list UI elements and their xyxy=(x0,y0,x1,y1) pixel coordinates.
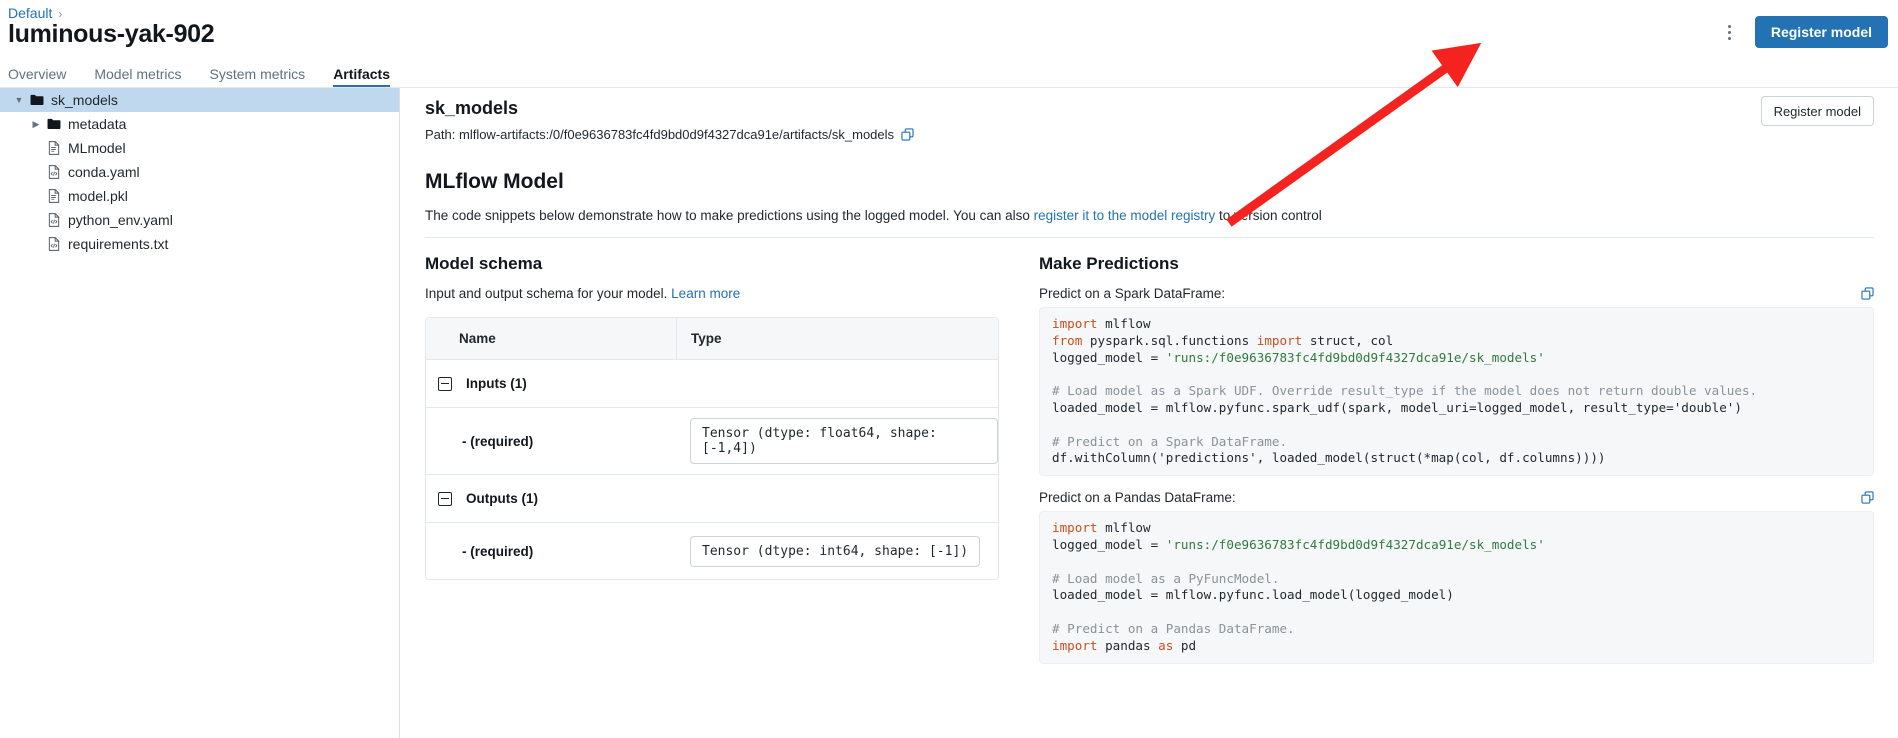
artifact-path-text: Path: mlflow-artifacts:/0/f0e9636783fc4f… xyxy=(425,127,894,142)
model-schema-heading: Model schema xyxy=(425,254,999,274)
page-header: Default › luminous-yak-902 Register model xyxy=(0,0,1898,62)
schema-group-header[interactable]: Outputs (1) xyxy=(426,475,998,523)
artifact-tree-item-label: sk_models xyxy=(51,92,118,108)
snippet-label: Predict on a Spark DataFrame: xyxy=(1039,286,1225,301)
artifact-tree-item-mlmodel[interactable]: MLmodel xyxy=(0,136,399,160)
code-line: # Predict on a Pandas DataFrame. xyxy=(1052,621,1861,638)
code-line: logged_model = 'runs:/f0e9636783fc4fd9bd… xyxy=(1052,350,1861,367)
minus-square-icon[interactable] xyxy=(438,492,452,506)
minus-square-icon[interactable] xyxy=(438,377,452,391)
folder-icon xyxy=(45,116,63,132)
artifact-tree: ▼ sk_models ▶ metadata MLmodel conda.yaml mode… xyxy=(0,88,399,256)
model-schema-subtext: Input and output schema for your model. … xyxy=(425,286,999,301)
chevron-right-icon[interactable]: ▶ xyxy=(27,119,45,130)
column-header-type: Type xyxy=(676,318,998,359)
schema-type-chip: Tensor (dtype: float64, shape: [-1,4]) xyxy=(690,418,998,464)
code-line: # Predict on a Spark DataFrame. xyxy=(1052,434,1861,451)
table-header-row: Name Type xyxy=(426,318,998,360)
artifact-tree-item-python-env-yaml[interactable]: python_env.yaml xyxy=(0,208,399,232)
code-line: logged_model = 'runs:/f0e9636783fc4fd9bd… xyxy=(1052,537,1861,554)
page-title: luminous-yak-902 xyxy=(8,20,214,49)
model-schema-table: Name Type Inputs (1) - (required) Tensor (… xyxy=(425,317,999,580)
code-line xyxy=(1052,604,1861,621)
code-line: df.withColumn('predictions', loaded_mode… xyxy=(1052,450,1861,467)
register-model-button-panel[interactable]: Register model xyxy=(1761,96,1874,126)
breadcrumb-separator-icon: › xyxy=(58,7,62,21)
folder-icon xyxy=(28,92,46,108)
code-line: # Load model as a Spark UDF. Override re… xyxy=(1052,383,1861,400)
artifact-title: sk_models xyxy=(425,98,1874,119)
code-line xyxy=(1052,554,1861,571)
schema-group-title: Outputs (1) xyxy=(466,491,538,506)
schema-type-chip: Tensor (dtype: int64, shape: [-1]) xyxy=(690,536,980,567)
learn-more-link[interactable]: Learn more xyxy=(671,286,740,301)
register-model-button-header[interactable]: Register model xyxy=(1755,16,1888,48)
mlflow-model-heading: MLflow Model xyxy=(425,170,1874,194)
copy-icon[interactable] xyxy=(1861,287,1874,300)
artifact-tree-item-label: model.pkl xyxy=(68,188,128,204)
code-line: from pyspark.sql.functions import struct… xyxy=(1052,333,1861,350)
artifact-tree-item-conda-yaml[interactable]: conda.yaml xyxy=(0,160,399,184)
schema-field-name: - (required) xyxy=(426,544,676,559)
schema-field-type: Tensor (dtype: int64, shape: [-1]) xyxy=(676,536,998,567)
snippet-label-row: Predict on a Pandas DataFrame: xyxy=(1039,490,1874,505)
schema-field-row: - (required) Tensor (dtype: float64, shap… xyxy=(426,408,998,475)
schema-group-title: Inputs (1) xyxy=(466,376,527,391)
code-line: import pandas as pd xyxy=(1052,638,1861,655)
code-line: loaded_model = mlflow.pyfunc.load_model(… xyxy=(1052,587,1861,604)
header-actions: Register model xyxy=(1719,16,1888,48)
artifact-tree-item-label: metadata xyxy=(68,116,126,132)
schema-field-name: - (required) xyxy=(426,434,676,449)
breadcrumb-link-default[interactable]: Default xyxy=(8,5,52,21)
more-vertical-icon[interactable] xyxy=(1719,17,1741,47)
artifact-tree-item-metadata[interactable]: ▶ metadata xyxy=(0,112,399,136)
chevron-down-icon[interactable]: ▼ xyxy=(10,95,28,105)
code-line: import mlflow xyxy=(1052,316,1861,333)
code-block[interactable]: import mlflowfrom pyspark.sql.functions … xyxy=(1039,307,1874,476)
artifact-tree-item-label: conda.yaml xyxy=(68,164,140,180)
model-registry-link[interactable]: register it to the model registry xyxy=(1034,208,1216,223)
code-file-icon xyxy=(45,236,63,252)
schema-field-row: - (required) Tensor (dtype: int64, shape:… xyxy=(426,523,998,579)
artifact-tree-item-label: MLmodel xyxy=(68,140,126,156)
snippet-label-row: Predict on a Spark DataFrame: xyxy=(1039,286,1874,301)
tab-system-metrics[interactable]: System metrics xyxy=(210,66,306,88)
schema-field-type: Tensor (dtype: float64, shape: [-1,4]) xyxy=(676,418,998,464)
file-icon xyxy=(45,140,63,156)
code-file-icon xyxy=(45,164,63,180)
schema-body: Inputs (1) - (required) Tensor (dtype: flo… xyxy=(426,360,998,579)
artifact-tree-item-model-pkl[interactable]: model.pkl xyxy=(0,184,399,208)
model-schema-section: Model schema Input and output schema for… xyxy=(425,238,1019,678)
tab-artifacts[interactable]: Artifacts xyxy=(333,66,390,88)
column-header-name: Name xyxy=(426,331,676,346)
tab-model-metrics[interactable]: Model metrics xyxy=(94,66,181,88)
code-line xyxy=(1052,366,1861,383)
code-snippets: Predict on a Spark DataFrame: import mlfl… xyxy=(1039,286,1874,664)
make-predictions-heading: Make Predictions xyxy=(1039,254,1874,274)
artifact-tree-sidebar[interactable]: ▼ sk_models ▶ metadata MLmodel conda.yaml mode… xyxy=(0,88,400,738)
copy-icon[interactable] xyxy=(901,128,914,141)
schema-group-header[interactable]: Inputs (1) xyxy=(426,360,998,408)
artifact-tree-item-label: python_env.yaml xyxy=(68,212,173,228)
code-line xyxy=(1052,417,1861,434)
snippet-label: Predict on a Pandas DataFrame: xyxy=(1039,490,1236,505)
code-file-icon xyxy=(45,212,63,228)
copy-icon[interactable] xyxy=(1861,491,1874,504)
artifact-path: Path: mlflow-artifacts:/0/f0e9636783fc4f… xyxy=(425,127,1874,142)
artifact-tree-item-sk-models[interactable]: ▼ sk_models xyxy=(0,88,399,112)
tab-bar: Overview Model metrics System metrics Ar… xyxy=(8,62,390,88)
make-predictions-section: Make Predictions Predict on a Spark Data… xyxy=(1019,238,1874,678)
code-line: loaded_model = mlflow.pyfunc.spark_udf(s… xyxy=(1052,400,1861,417)
artifact-detail-panel: Register model sk_models Path: mlflow-ar… xyxy=(400,88,1898,738)
mlflow-model-description: The code snippets below demonstrate how … xyxy=(425,208,1874,223)
artifact-tree-item-requirements-txt[interactable]: requirements.txt xyxy=(0,232,399,256)
code-block[interactable]: import mlflowlogged_model = 'runs:/f0e96… xyxy=(1039,511,1874,663)
code-line: import mlflow xyxy=(1052,520,1861,537)
code-line: # Load model as a PyFuncModel. xyxy=(1052,571,1861,588)
artifact-tree-item-label: requirements.txt xyxy=(68,236,168,252)
tab-overview[interactable]: Overview xyxy=(8,66,66,88)
file-icon xyxy=(45,188,63,204)
